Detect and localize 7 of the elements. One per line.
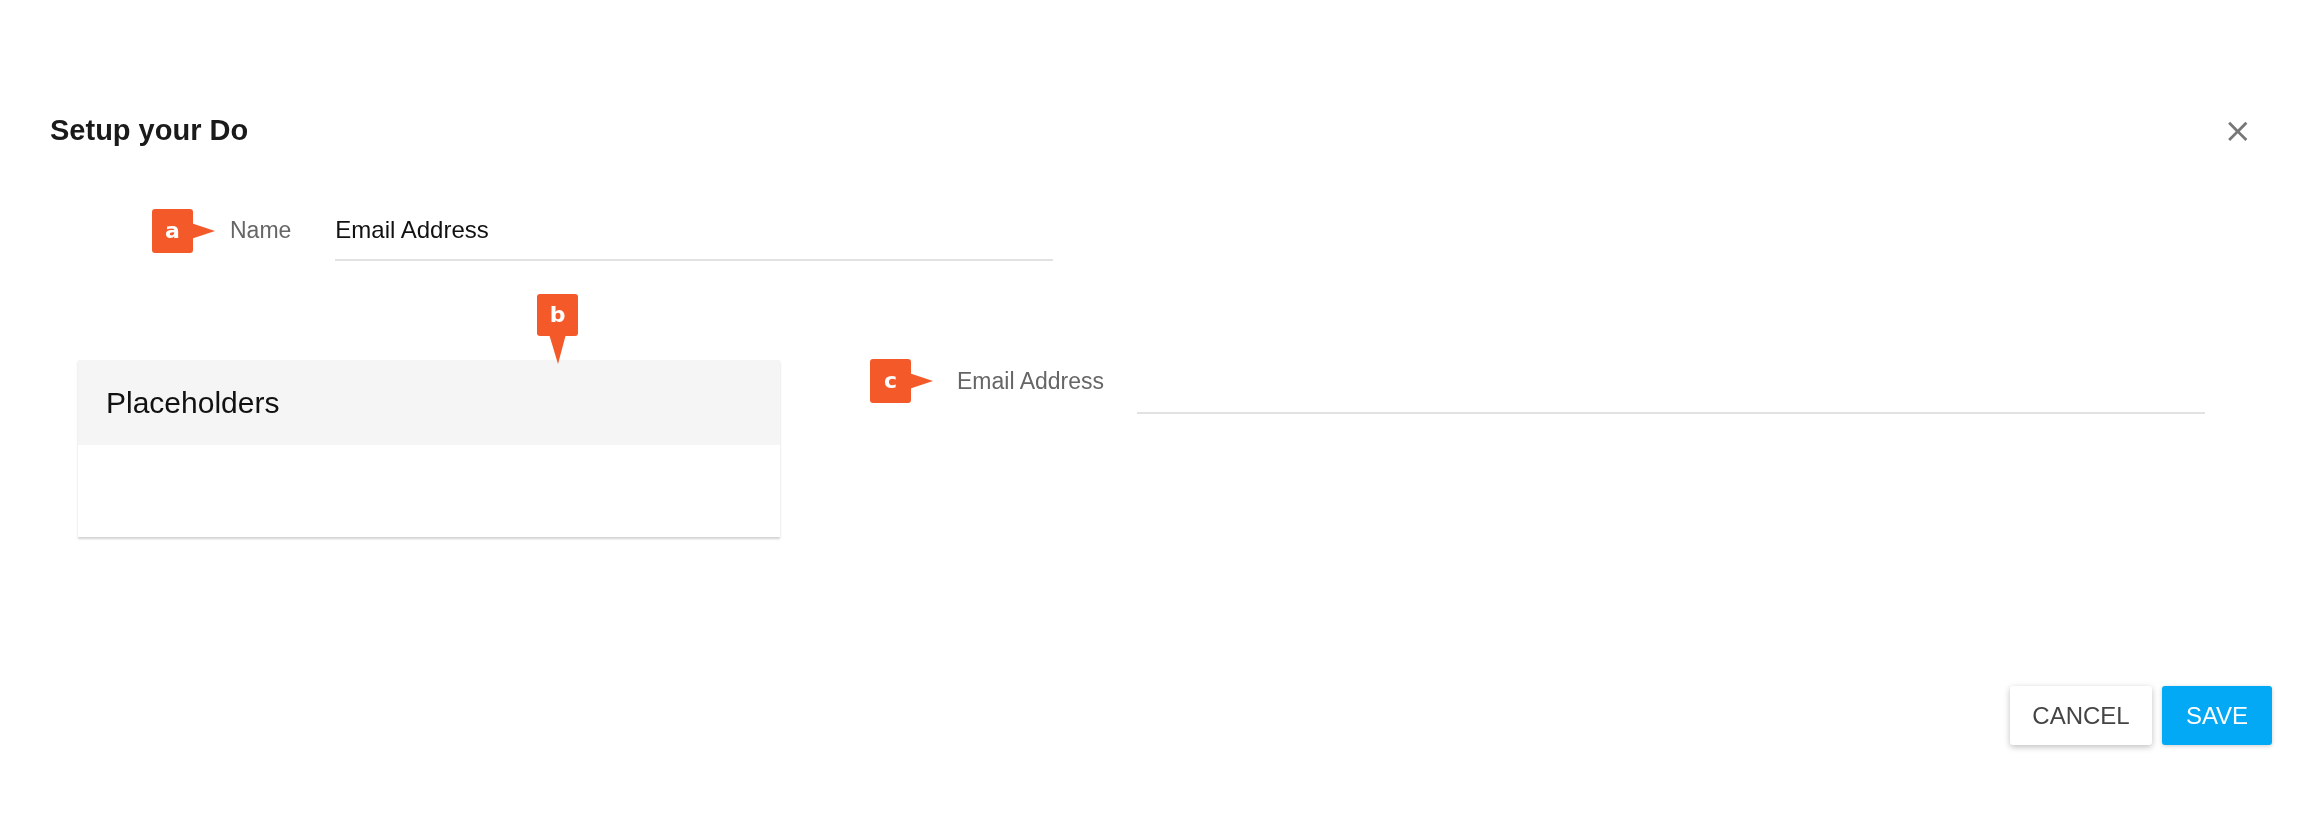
- panel-title: Placeholders: [106, 385, 280, 420]
- close-button[interactable]: ×: [2219, 113, 2256, 147]
- cancel-button[interactable]: CANCEL: [2010, 686, 2152, 745]
- dialog-title: Setup your Do: [50, 113, 249, 147]
- name-field[interactable]: Email Address: [335, 200, 1054, 261]
- field-label: Name: [230, 217, 292, 244]
- field-label: Email Address: [957, 367, 1104, 395]
